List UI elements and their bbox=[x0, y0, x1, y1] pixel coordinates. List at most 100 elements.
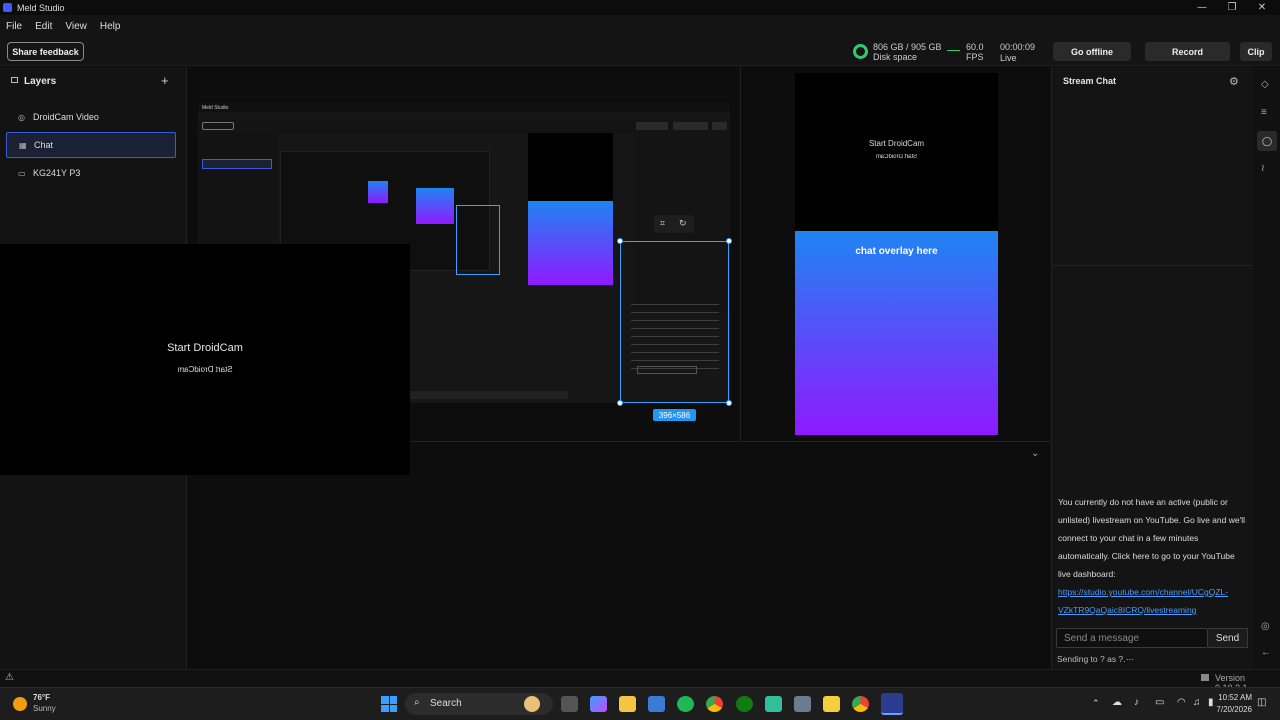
spotify-icon[interactable] bbox=[677, 696, 694, 712]
close-button[interactable]: ✕ bbox=[1247, 0, 1277, 15]
layer-chat[interactable]: ▦ Chat bbox=[6, 132, 176, 158]
filters-icon[interactable]: ≡ bbox=[1261, 107, 1267, 118]
chat-overlay-area: chat overlay here bbox=[795, 231, 998, 435]
search-icon: ⌕ bbox=[414, 697, 420, 708]
record-button[interactable]: Record bbox=[1145, 42, 1230, 61]
menu-view[interactable]: View bbox=[65, 21, 87, 32]
settings-icon[interactable]: ◎ bbox=[1261, 621, 1270, 632]
disk-space-label: Disk space bbox=[873, 52, 918, 62]
app-icon[interactable] bbox=[765, 696, 782, 712]
audio-icon[interactable]: ≀ bbox=[1261, 163, 1265, 174]
layers-icon bbox=[11, 77, 18, 83]
maximize-button[interactable]: ❐ bbox=[1217, 0, 1247, 15]
sending-as-label: Sending to ? as ?. bbox=[1057, 654, 1126, 664]
warning-icon[interactable]: ⚠ bbox=[5, 672, 14, 683]
layer-label: KG241Y P3 bbox=[33, 168, 81, 178]
resize-handle[interactable] bbox=[726, 238, 732, 244]
crop-rotate-toolbar[interactable]: ⌗ ↻ bbox=[654, 215, 694, 233]
layer-kg241y-p3[interactable]: ▭ KG241Y P3 bbox=[6, 160, 176, 186]
nested-mini-gradient bbox=[368, 181, 388, 203]
copilot-icon[interactable] bbox=[590, 696, 607, 712]
notification-bell-icon[interactable]: ◫ bbox=[1257, 697, 1266, 708]
chat-settings-gear-icon[interactable]: ⚙ bbox=[1229, 75, 1239, 88]
clip-button[interactable]: Clip bbox=[1240, 42, 1272, 61]
chat-message-line: unlisted) livestream on YouTube. Go live… bbox=[1058, 515, 1245, 525]
message-input[interactable]: Send a message bbox=[1056, 628, 1208, 648]
onedrive-icon[interactable]: ☁ bbox=[1112, 697, 1122, 708]
chat-message-line: automatically. Click here to go to your … bbox=[1058, 551, 1235, 561]
chrome-profile-icon[interactable] bbox=[852, 696, 869, 712]
title-bar: Meld Studio — ❐ ✕ bbox=[0, 0, 1280, 15]
microphone-icon[interactable]: ♪ bbox=[1134, 697, 1139, 708]
weather-temp[interactable]: 76°F bbox=[33, 693, 50, 702]
weather-desc[interactable]: Sunny bbox=[33, 704, 56, 713]
youtube-dashboard-link[interactable]: https://studio.youtube.com/channel/UCgQZ… bbox=[1058, 583, 1252, 601]
droidcam-video-preview[interactable]: Start DroidCam Start DroidCam bbox=[0, 244, 410, 475]
chat-divider bbox=[1052, 265, 1254, 266]
more-options-button[interactable]: ... bbox=[1126, 652, 1134, 662]
fps-value: 60.0 bbox=[966, 42, 984, 52]
menu-file[interactable]: File bbox=[6, 21, 22, 32]
nested-clip-button bbox=[712, 122, 727, 130]
monitor-icon: ▭ bbox=[18, 168, 26, 178]
properties-icon[interactable]: ◇ bbox=[1261, 79, 1269, 90]
nested-offline-button bbox=[636, 122, 668, 130]
chat-layer-selection[interactable] bbox=[617, 238, 732, 406]
resize-handle[interactable] bbox=[617, 238, 623, 244]
nested-portrait-gradient bbox=[528, 201, 613, 285]
nested-selection-box bbox=[456, 205, 500, 275]
taskbar-search[interactable]: ⌕ Search bbox=[405, 693, 553, 715]
wifi-icon[interactable]: ◠ bbox=[1177, 697, 1186, 708]
meld-logo-icon bbox=[1201, 674, 1209, 681]
tray-overflow-icon[interactable]: ⌃ bbox=[1092, 698, 1100, 709]
crop-icon[interactable]: ⌗ bbox=[660, 218, 665, 229]
app-logo-icon bbox=[3, 3, 12, 12]
chat-message-line: live dashboard: bbox=[1058, 569, 1116, 579]
meld-studio-taskbar-icon[interactable] bbox=[881, 693, 903, 715]
clock-date[interactable]: 7/20/2026 bbox=[1212, 705, 1252, 714]
menu-help[interactable]: Help bbox=[100, 21, 121, 32]
menu-edit[interactable]: Edit bbox=[35, 21, 52, 32]
resize-handle[interactable] bbox=[617, 400, 623, 406]
nested-feedback-button bbox=[202, 122, 234, 130]
rotate-icon[interactable]: ↻ bbox=[679, 218, 687, 229]
nested-taskbar bbox=[408, 391, 568, 399]
go-offline-button[interactable]: Go offline bbox=[1053, 42, 1131, 61]
youtube-dashboard-link[interactable]: VZkTR9QaQaic8ICRQ/livestreaming bbox=[1058, 601, 1252, 619]
collapse-chevron-icon[interactable]: ⌄ bbox=[1031, 448, 1039, 459]
nested-mini-gradient bbox=[416, 188, 454, 224]
file-explorer-icon[interactable] bbox=[619, 696, 636, 712]
chrome-icon[interactable] bbox=[706, 696, 723, 712]
add-layer-button[interactable]: + bbox=[161, 73, 169, 88]
layer-label: DroidCam Video bbox=[33, 112, 99, 122]
volume-icon[interactable]: ♫ bbox=[1193, 697, 1201, 708]
settings-gear-icon[interactable] bbox=[794, 696, 811, 712]
status-bar: ⚠ Version 0.10.3.1 bbox=[0, 669, 1280, 693]
store-icon[interactable] bbox=[648, 696, 665, 712]
send-button[interactable]: Send bbox=[1208, 628, 1248, 648]
task-view-icon[interactable] bbox=[561, 696, 578, 712]
disk-space-value: 806 GB / 905 GB bbox=[873, 42, 942, 52]
weather-sun-icon[interactable] bbox=[13, 697, 27, 711]
window-title: Meld Studio bbox=[17, 2, 65, 13]
collapse-arrow-icon[interactable]: ← bbox=[1261, 647, 1271, 658]
droidcam-title: Start DroidCam bbox=[167, 342, 243, 354]
layer-label: Chat bbox=[34, 140, 54, 150]
chat-bubble-icon[interactable]: ◯ bbox=[1257, 131, 1277, 151]
menu-bar: File Edit View Help bbox=[0, 15, 1280, 37]
nested-chat-text bbox=[631, 304, 719, 374]
layer-droidcam-video[interactable]: ◎ DroidCam Video bbox=[6, 104, 176, 130]
resize-handle[interactable] bbox=[726, 400, 732, 406]
sticky-notes-icon[interactable] bbox=[823, 696, 840, 712]
share-feedback-button[interactable]: Share feedback bbox=[7, 42, 84, 61]
fps-label: FPS bbox=[966, 52, 984, 62]
keyboard-icon[interactable]: ▭ bbox=[1155, 697, 1164, 708]
clock-time[interactable]: 10:52 AM bbox=[1218, 693, 1252, 702]
windows-start-icon[interactable] bbox=[381, 696, 397, 712]
nested-message-input bbox=[637, 366, 697, 374]
minimize-button[interactable]: — bbox=[1187, 0, 1217, 15]
live-timer: 00:00:09 bbox=[1000, 42, 1036, 52]
taskbar bbox=[0, 687, 1280, 720]
disk-usage-ring-icon bbox=[853, 44, 868, 59]
xbox-icon[interactable] bbox=[736, 696, 753, 712]
